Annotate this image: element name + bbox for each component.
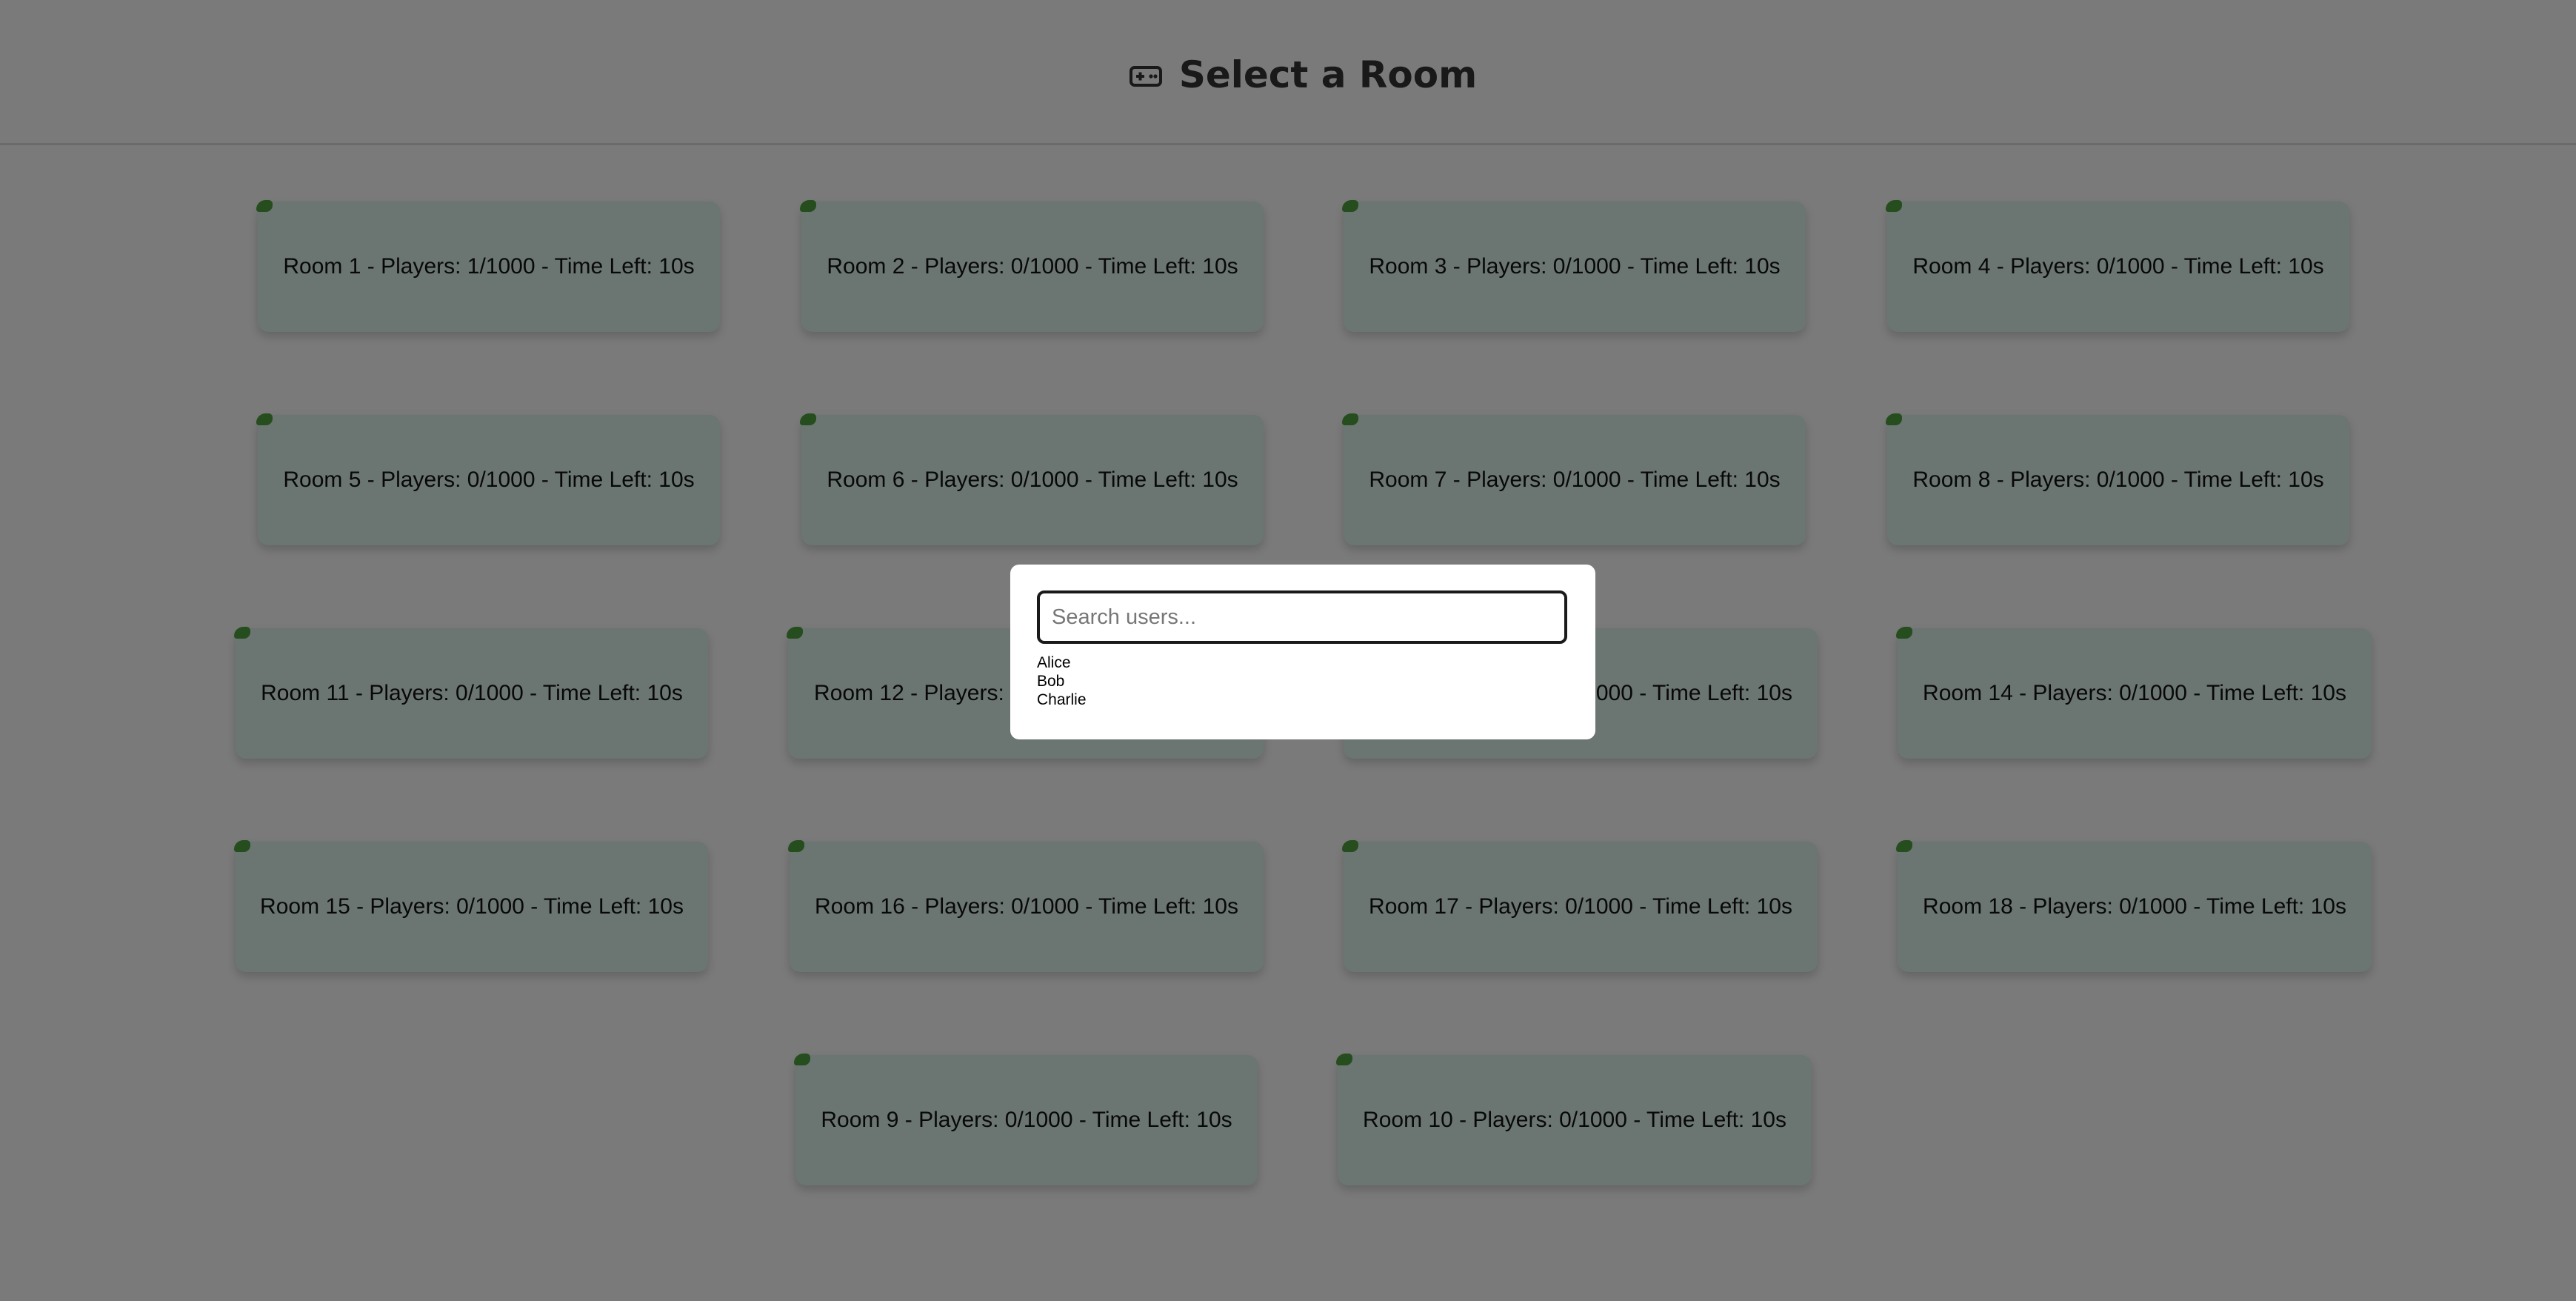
user-search-modal: Alice Bob Charlie xyxy=(1010,565,1595,739)
user-list-item[interactable]: Bob xyxy=(1037,672,1087,691)
user-list-item[interactable]: Charlie xyxy=(1037,691,1087,709)
user-list-item[interactable]: Alice xyxy=(1037,653,1087,672)
user-search-input[interactable] xyxy=(1037,590,1567,644)
user-list: Alice Bob Charlie xyxy=(1037,653,1087,709)
